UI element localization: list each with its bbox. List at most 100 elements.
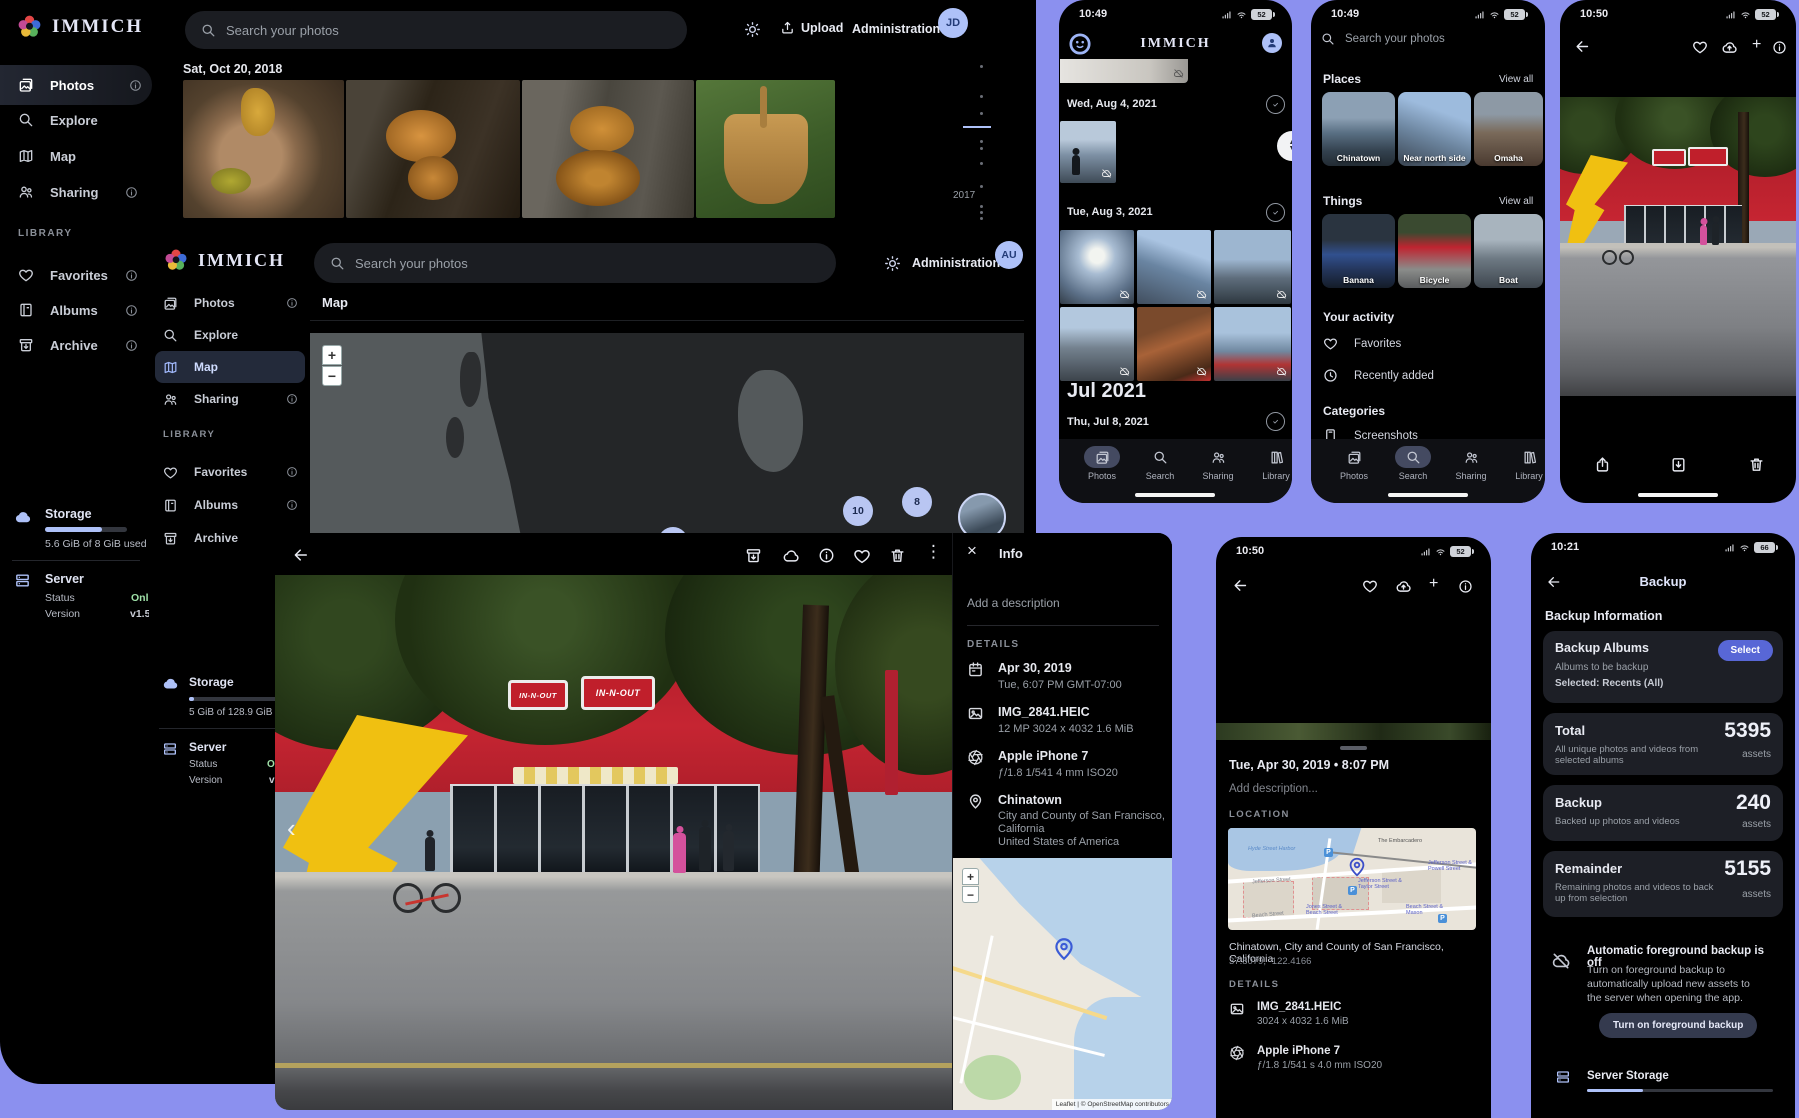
info-circle-icon[interactable] (125, 269, 138, 282)
photo-content[interactable] (1560, 97, 1796, 396)
sidebar-item-photos[interactable]: Photos (163, 287, 298, 319)
tab-library[interactable]: Library (1500, 446, 1545, 481)
add-description-input[interactable]: Add a description (967, 596, 1060, 610)
photo-thumbnail[interactable] (1137, 230, 1211, 304)
administration-link[interactable]: Administration (852, 22, 940, 36)
close-icon[interactable]: × (967, 541, 977, 561)
info-circle-icon[interactable] (286, 297, 298, 309)
tab-search[interactable]: Search (1384, 446, 1442, 481)
turn-on-backup-button[interactable]: Turn on foreground backup (1599, 1013, 1757, 1038)
photo-thumbnail[interactable] (1137, 307, 1211, 381)
activity-recently-added-row[interactable]: Recently added (1323, 368, 1434, 383)
sidebar-item-favorites[interactable]: Favorites (163, 457, 298, 487)
minimap-zoom-out[interactable]: − (962, 886, 979, 903)
theme-toggle-sun-icon[interactable] (744, 21, 761, 38)
sidebar-item-photos[interactable]: Photos (0, 65, 152, 105)
info-circle-icon[interactable] (286, 499, 298, 511)
thing-tile-boat[interactable]: Boat (1474, 214, 1543, 288)
prev-photo-chevron[interactable]: ‹ (287, 813, 296, 844)
sidebar-item-explore[interactable]: Explore (163, 319, 298, 351)
cloud-upload-icon[interactable] (1395, 578, 1412, 595)
sidebar-item-sharing[interactable]: Sharing (163, 383, 298, 415)
trash-icon[interactable] (1748, 456, 1765, 473)
info-circle-icon[interactable] (1772, 40, 1787, 55)
photo-bottom-sliver[interactable] (1216, 723, 1491, 740)
tab-photos[interactable]: Photos (1325, 446, 1383, 481)
cloud-icon[interactable] (782, 547, 800, 565)
map-cluster-marker[interactable]: 10 (843, 496, 873, 526)
sidebar-item-sharing[interactable]: Sharing (18, 172, 138, 212)
immich-logo[interactable]: IMMICH (163, 247, 285, 273)
theme-toggle-sun-icon[interactable] (884, 255, 901, 272)
tab-library[interactable]: Library (1247, 446, 1292, 481)
search-input[interactable]: Search your photos (314, 243, 836, 283)
info-circle-icon[interactable] (125, 186, 138, 199)
share-icon[interactable] (1594, 456, 1611, 473)
photo-thumbnail[interactable] (1060, 307, 1134, 381)
immich-logo[interactable]: IMMICH (16, 13, 143, 40)
upload-button[interactable]: Upload (780, 20, 843, 35)
info-circle-icon[interactable] (286, 466, 298, 478)
map-zoom-in-button[interactable]: + (322, 345, 342, 365)
photo-thumbnail[interactable] (346, 80, 520, 218)
location-map[interactable]: The Embarcadero Hyde Street Harbor Jeffe… (1228, 828, 1476, 930)
search-input[interactable]: Search your photos (185, 11, 687, 49)
sidebar-item-albums[interactable]: Albums (163, 490, 298, 520)
sidebar-item-favorites[interactable]: Favorites (18, 255, 138, 295)
back-arrow-icon[interactable] (1574, 38, 1591, 55)
partial-photo[interactable] (1060, 59, 1188, 83)
archive-icon[interactable] (745, 547, 762, 564)
tab-photos[interactable]: Photos (1073, 446, 1131, 481)
favorite-heart-icon[interactable] (1692, 39, 1708, 55)
info-circle-icon[interactable] (125, 339, 138, 352)
map-cluster-marker[interactable]: 8 (902, 487, 932, 517)
favorite-heart-icon[interactable] (1362, 578, 1378, 594)
administration-link[interactable]: Administration (912, 256, 1000, 270)
photo-thumbnail[interactable] (522, 80, 694, 218)
info-circle-icon[interactable] (125, 304, 138, 317)
photo-thumbnail[interactable] (1060, 121, 1116, 183)
user-avatar[interactable]: AU (995, 241, 1023, 269)
sidebar-item-map[interactable]: Map (18, 136, 138, 176)
photo-thumbnail[interactable] (696, 80, 835, 218)
info-circle-icon[interactable] (129, 79, 142, 92)
photo-thumbnail[interactable] (1214, 307, 1291, 381)
select-button[interactable]: Select (1718, 640, 1773, 661)
location-mini-map[interactable]: + − Leaflet | © OpenStreetMap contributo… (953, 858, 1172, 1110)
info-circle-icon[interactable] (818, 547, 835, 564)
info-circle-icon[interactable] (286, 393, 298, 405)
tab-search[interactable]: Search (1131, 446, 1189, 481)
tab-sharing[interactable]: Sharing (1442, 446, 1500, 481)
sidebar-item-albums[interactable]: Albums (18, 290, 138, 330)
favorite-heart-icon[interactable] (853, 547, 871, 565)
add-description-input[interactable]: Add description... (1229, 783, 1318, 795)
select-day-check-icon[interactable] (1266, 203, 1285, 222)
photo-stage[interactable]: IN-N-OUT IN-N-OUT ‹ (275, 575, 952, 1110)
trash-icon[interactable] (889, 547, 906, 564)
thing-tile-banana[interactable]: Banana (1322, 214, 1395, 288)
back-arrow-icon[interactable] (292, 546, 310, 564)
thing-tile-bicycle[interactable]: Bicycle (1398, 214, 1471, 288)
minimap-zoom-in[interactable]: + (962, 868, 979, 885)
search-input[interactable]: Search your photos (1321, 32, 1445, 46)
download-icon[interactable] (1670, 456, 1687, 473)
photo-thumbnail[interactable] (1060, 230, 1134, 304)
timeline-drag-scrubber[interactable]: ▲▼ (1277, 131, 1292, 161)
photo-thumbnail[interactable] (183, 80, 344, 218)
add-icon[interactable]: + (1752, 36, 1761, 54)
map-attribution[interactable]: Leaflet | © OpenStreetMap contributors (1052, 1099, 1172, 1110)
place-tile-omaha[interactable]: Omaha (1474, 92, 1543, 166)
add-icon[interactable]: + (1429, 575, 1438, 593)
sidebar-item-explore[interactable]: Explore (18, 100, 138, 140)
photo-thumbnail[interactable] (1214, 230, 1291, 304)
place-tile-near-north-side[interactable]: Near north side (1398, 92, 1471, 166)
sidebar-item-map-active[interactable]: Map (155, 351, 305, 383)
things-view-all[interactable]: View all (1499, 196, 1533, 207)
sidebar-item-archive[interactable]: Archive (18, 325, 138, 365)
place-tile-chinatown[interactable]: Chinatown (1322, 92, 1395, 166)
more-options-icon[interactable]: ⋮ (925, 542, 942, 562)
map-zoom-out-button[interactable]: − (322, 366, 342, 386)
info-circle-icon[interactable] (1458, 579, 1473, 594)
tab-sharing[interactable]: Sharing (1189, 446, 1247, 481)
activity-favorites-row[interactable]: Favorites (1323, 336, 1401, 351)
